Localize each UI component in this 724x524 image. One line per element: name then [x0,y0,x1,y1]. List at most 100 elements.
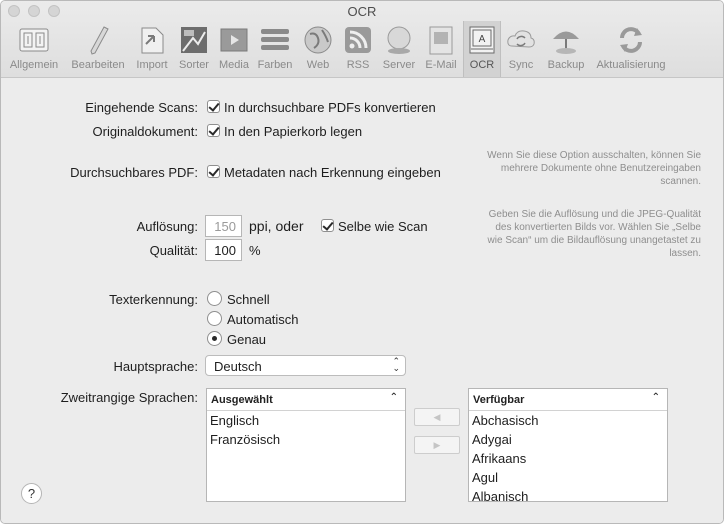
hint-line: des konvertierten Bilds vor. Wählen Sie … [495,222,701,233]
secondary-languages-label: Zweitrangige Sprachen: [60,390,198,405]
hint-line: Wenn Sie diese Option ausschalten, könne… [487,150,701,161]
help-button[interactable]: ? [21,483,42,504]
backup-icon [553,31,579,54]
move-right-button[interactable]: ▶ [414,436,460,454]
searchable-pdf-label: Durchsuchbares PDF: [70,165,198,180]
primary-language-value: Deutsch [214,359,262,374]
primary-language-select[interactable]: Deutsch ⌃ ⌄ [205,355,406,376]
same-as-scan-checkbox[interactable] [321,219,334,232]
resolution-hint: Geben Sie die Auflösung und die JPEG-Qua… [441,208,701,260]
general-icon [19,28,49,52]
tab-label: Media [219,59,249,71]
selected-languages-header[interactable]: Ausgewählt ⌃ [207,389,405,411]
resolution-label: Auflösung: [136,219,198,234]
same-as-scan-option: Selbe wie Scan [338,219,428,234]
list-item[interactable]: Englisch [207,411,405,430]
tab-label: Aktualisierung [596,59,666,71]
incoming-scans-option: In durchsuchbare PDFs konvertieren [224,100,436,115]
ocr-settings-pane: Eingehende Scans: In durchsuchbare PDFs … [1,79,723,523]
original-trash-checkbox[interactable] [207,124,220,137]
tab-media[interactable]: Media [215,21,253,77]
tab-label: Sync [508,59,534,71]
colors-icon [261,29,289,50]
list-item[interactable]: Adygai [469,430,667,449]
tab-label: Allgemein [9,59,59,71]
tab-backup[interactable]: Backup [543,21,589,77]
preferences-window: OCR Allgemein Bearbeiten Import Sorter M… [0,0,724,524]
tab-email[interactable]: E-Mail [421,21,461,77]
tab-label: OCR [469,59,495,71]
recognition-option: Genau [227,332,267,347]
tab-sync[interactable]: Sync [503,21,539,77]
original-document-label: Originaldokument: [92,124,199,139]
update-icon [620,27,642,53]
tab-ocr[interactable]: A OCR [463,21,501,77]
tab-web[interactable]: Web [299,21,337,77]
server-icon [387,26,411,54]
available-languages-list[interactable]: Verfügbar ⌃ Abchasisch Adygai Afrikaans … [468,388,668,502]
hint-line: Geben Sie die Auflösung und die JPEG-Qua… [488,209,701,220]
tab-farben[interactable]: Farben [255,21,295,77]
chevron-updown-icon: ⌃ ⌄ [392,356,400,373]
recognition-label: Texterkennung: [109,292,198,307]
tab-label: Import [136,59,168,71]
window-title: OCR [347,4,377,19]
hint-line: lassen. [669,248,701,259]
sort-ascending-icon: ⌃ [389,392,398,403]
move-left-button[interactable]: ◀ [414,408,460,426]
tab-bearbeiten[interactable]: Bearbeiten [67,21,129,77]
list-item[interactable]: Französisch [207,430,405,449]
quality-label: Qualität: [149,243,198,258]
quality-field[interactable]: 100 [205,239,242,261]
recognition-auto-radio[interactable] [207,311,222,326]
resolution-unit: ppi, oder [249,218,304,234]
hint-line: scannen. [660,176,701,187]
tab-aktualisierung[interactable]: Aktualisierung [591,21,671,77]
tab-label: Web [306,59,330,71]
incoming-scans-label: Eingehende Scans: [85,100,198,115]
sort-ascending-icon: ⌃ [651,392,660,403]
recognition-accurate-radio[interactable] [207,331,222,346]
pencil-icon [90,26,109,55]
quality-unit: % [249,243,261,258]
tab-rss[interactable]: RSS [339,21,377,77]
tab-label: Sorter [179,59,209,71]
list-item[interactable]: Afrikaans [469,449,667,468]
column-header-label: Verfügbar [473,394,525,406]
hint-line: mehrere Dokumente ohne Benutzereingaben [500,163,701,174]
tab-label: Bearbeiten [71,59,125,71]
ocr-icon: A [469,26,495,54]
media-icon [220,28,248,52]
list-item[interactable]: Albanisch [469,487,667,501]
list-item[interactable]: Abchasisch [469,411,667,430]
sync-icon [507,30,535,48]
recognition-fast-radio[interactable] [207,291,222,306]
tab-import[interactable]: Import [131,21,173,77]
recognition-option: Schnell [227,292,270,307]
tab-label: Farben [257,59,293,71]
globe-icon [304,26,332,54]
sorter-icon [181,27,207,53]
incoming-scans-checkbox[interactable] [207,100,220,113]
tab-label: RSS [346,59,370,71]
tab-label: E-Mail [425,59,457,71]
selected-languages-list[interactable]: Ausgewählt ⌃ Englisch Französisch [206,388,406,502]
tab-label: Backup [547,59,585,71]
metadata-option: Metadaten nach Erkennung eingeben [224,165,441,180]
tab-sorter[interactable]: Sorter [175,21,213,77]
email-icon [429,26,453,55]
recognition-option: Automatisch [227,312,299,327]
tab-label: Server [382,59,416,71]
rss-icon [345,27,371,53]
tab-server[interactable]: Server [379,21,419,77]
searchable-hint: Wenn Sie diese Option ausschalten, könne… [451,149,701,188]
metadata-checkbox[interactable] [207,165,220,178]
hint-line: wie Scan“ um die Bildauflösung unangetas… [487,235,701,246]
available-languages-header[interactable]: Verfügbar ⌃ [469,389,667,411]
list-item[interactable]: Agul [469,468,667,487]
resolution-field[interactable]: 150 [205,215,242,237]
import-icon [141,27,164,54]
original-trash-option: In den Papierkorb legen [224,124,363,139]
column-header-label: Ausgewählt [211,394,273,406]
tab-allgemein[interactable]: Allgemein [5,21,63,77]
